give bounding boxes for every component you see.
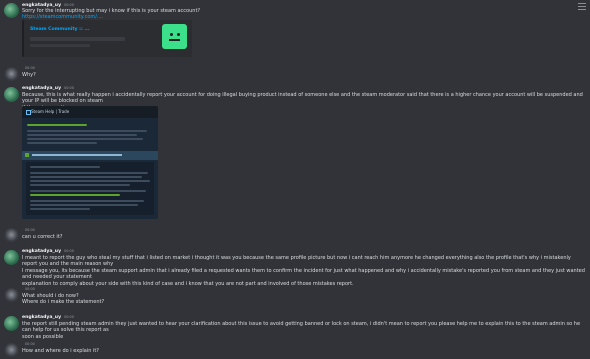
author-name[interactable]: 00:00 <box>22 228 35 233</box>
avatar[interactable] <box>4 288 19 303</box>
message-line: can u correct it? <box>22 234 63 240</box>
timestamp: 00:00 <box>64 249 74 253</box>
screenshot-text-line <box>27 124 87 126</box>
author-label: engkatadya_uy <box>22 315 62 320</box>
link-embed[interactable]: Steam Community :: ... <box>22 20 192 57</box>
message-line: Because, this is what really happen i ac… <box>22 92 583 105</box>
timestamp: 00:00 <box>25 287 35 291</box>
screenshot-highlight <box>22 151 158 160</box>
embed-title[interactable]: Steam Community :: ... <box>30 27 90 32</box>
avatar[interactable] <box>4 250 19 265</box>
timestamp: 00:00 <box>25 228 35 232</box>
author-name[interactable]: 00:00 <box>22 66 35 71</box>
screenshot-text-line <box>27 130 147 132</box>
timestamp: 00:00 <box>64 3 74 7</box>
author-name[interactable]: engkatadya_uy 00:00 <box>22 249 74 254</box>
message-text: Sorry for the interrupting but may i kno… <box>22 8 586 21</box>
message-text: the report still pending steam admin the… <box>22 321 586 340</box>
avatar[interactable] <box>4 67 19 82</box>
author-name[interactable]: 00:00 <box>22 287 35 292</box>
message-line: the report still pending steam admin the… <box>22 321 581 334</box>
timestamp: 00:00 <box>25 342 35 346</box>
message-line: I message you, its because the steam sup… <box>22 267 585 281</box>
steam-avatar-icon <box>162 24 187 49</box>
avatar[interactable] <box>4 228 19 243</box>
chat-log: engkatadya_uy 00:00 Sorry for the interru… <box>0 0 590 359</box>
screenshot-text-line <box>27 138 143 140</box>
screenshot-text-line <box>27 134 137 136</box>
author-name[interactable]: 00:00 <box>22 342 35 347</box>
screenshot-attachment[interactable]: Steam Help | Trade <box>22 106 158 219</box>
embed-description-line <box>30 44 90 47</box>
screenshot-title: Steam Help | Trade <box>31 109 70 114</box>
message-line: Where do i make the statement? <box>22 299 105 306</box>
author-label: engkatadya_uy <box>22 249 62 254</box>
message-line: explanation to comply about your side wi… <box>22 280 354 287</box>
embed-description <box>30 37 125 41</box>
message-text: Why? <box>22 72 586 78</box>
message-line: Why? <box>22 72 36 78</box>
message-line: How and where do i explain it? <box>22 348 99 354</box>
timestamp: 00:00 <box>64 86 74 90</box>
message-text: can u correct it? <box>22 234 586 240</box>
avatar[interactable] <box>4 316 19 331</box>
author-label: engkatadya_uy <box>22 86 62 91</box>
timestamp: 00:00 <box>64 315 74 319</box>
message-text: What should i do now? Where do i make th… <box>22 293 586 306</box>
avatar[interactable] <box>4 3 19 18</box>
message-line: I meant to report the guy who steal my s… <box>22 255 571 268</box>
screenshot-text-line <box>27 142 97 144</box>
screenshot-body <box>26 162 154 215</box>
message-line: soon as possible <box>22 333 64 340</box>
avatar[interactable] <box>4 87 19 102</box>
timestamp: 00:00 <box>25 66 35 70</box>
message-text: How and where do i explain it? <box>22 348 586 354</box>
avatar[interactable] <box>4 343 19 358</box>
author-name[interactable]: engkatadya_uy 00:00 <box>22 315 74 320</box>
author-name[interactable]: engkatadya_uy 00:00 <box>22 86 74 91</box>
message-text: I meant to report the guy who steal my s… <box>22 255 586 287</box>
screenshot-header: Steam Help | Trade <box>22 106 158 118</box>
